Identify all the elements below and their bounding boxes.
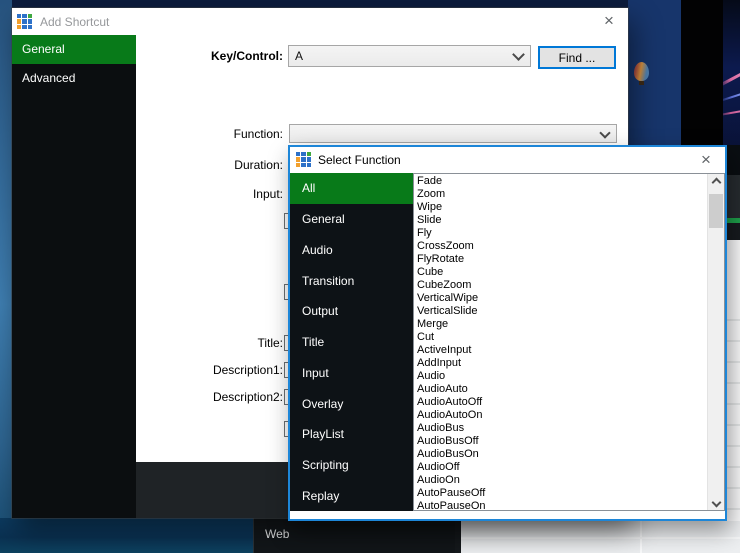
background-list-rows — [727, 240, 740, 521]
dialog-title: Select Function — [318, 153, 401, 167]
add-shortcut-titlebar[interactable]: Add Shortcut × — [12, 8, 628, 35]
category-title[interactable]: Title — [290, 327, 413, 358]
firework-streak — [723, 110, 740, 116]
balloon-wallpaper-image — [634, 62, 649, 81]
function-merge[interactable]: Merge — [417, 318, 707, 331]
chevron-down-icon — [512, 48, 525, 61]
wallpaper-left-strip — [0, 0, 12, 553]
function-flyrotate[interactable]: FlyRotate — [417, 253, 707, 266]
row-divider — [461, 537, 740, 539]
function-cube[interactable]: Cube — [417, 266, 707, 279]
function-verticalwipe[interactable]: VerticalWipe — [417, 292, 707, 305]
vmix-logo-icon — [296, 152, 311, 167]
select-function-titlebar[interactable]: Select Function × — [290, 147, 725, 173]
function-label: Function: — [123, 127, 283, 141]
function-audiooff[interactable]: AudioOff — [417, 461, 707, 474]
web-footer-bar[interactable]: Web — [253, 518, 456, 553]
description1-label: Description1: — [123, 363, 283, 377]
vmix-logo-icon — [17, 14, 32, 29]
add-shortcut-sidebar: GeneralAdvanced — [12, 35, 136, 518]
desktop: Web Add Shortcut × GeneralAdvanced Key/C… — [0, 0, 740, 553]
function-audioautooff[interactable]: AudioAutoOff — [417, 396, 707, 409]
key-control-value: A — [295, 46, 303, 66]
function-audiobus[interactable]: AudioBus — [417, 422, 707, 435]
function-audiobuson[interactable]: AudioBusOn — [417, 448, 707, 461]
category-all[interactable]: All — [290, 173, 413, 204]
function-audioautoon[interactable]: AudioAutoOn — [417, 409, 707, 422]
function-category-sidebar: AllGeneralAudioTransitionOutputTitleInpu… — [290, 173, 413, 511]
function-audioauto[interactable]: AudioAuto — [417, 383, 707, 396]
key-control-combobox[interactable]: A — [288, 45, 531, 67]
function-audioon[interactable]: AudioOn — [417, 474, 707, 487]
function-audio[interactable]: Audio — [417, 370, 707, 383]
scroll-down-icon[interactable] — [708, 494, 724, 510]
find-button[interactable]: Find ... — [538, 46, 616, 69]
fireworks-wallpaper-image — [723, 0, 740, 150]
ocean-wallpaper — [0, 518, 255, 553]
category-general[interactable]: General — [290, 204, 413, 235]
firework-streak — [723, 72, 740, 88]
background-list-panel — [455, 521, 740, 553]
sidebar-tab-advanced[interactable]: Advanced — [12, 64, 136, 93]
category-output[interactable]: Output — [290, 296, 413, 327]
function-slide[interactable]: Slide — [417, 214, 707, 227]
category-input[interactable]: Input — [290, 357, 413, 388]
function-fade[interactable]: Fade — [417, 175, 707, 188]
firework-streak — [723, 92, 740, 102]
description2-label: Description2: — [123, 390, 283, 404]
scrollbar-thumb[interactable] — [709, 194, 723, 228]
select-function-dialog: Select Function × AllGeneralAudioTransit… — [288, 145, 727, 521]
function-fly[interactable]: Fly — [417, 227, 707, 240]
function-crosszoom[interactable]: CrossZoom — [417, 240, 707, 253]
function-list: FadeZoomWipeSlideFlyCrossZoomFlyRotateCu… — [414, 175, 707, 510]
scroll-up-icon[interactable] — [708, 174, 724, 190]
function-combobox[interactable] — [289, 124, 617, 143]
function-addinput[interactable]: AddInput — [417, 357, 707, 370]
sidebar-tab-general[interactable]: General — [12, 35, 136, 64]
title-label: Title: — [123, 336, 283, 350]
dialog-bottom-strip — [290, 511, 725, 519]
chevron-down-icon — [599, 127, 610, 138]
category-overlay[interactable]: Overlay — [290, 388, 413, 419]
category-audio[interactable]: Audio — [290, 234, 413, 265]
background-window-edge — [727, 145, 740, 521]
function-audiobusoff[interactable]: AudioBusOff — [417, 435, 707, 448]
function-listbox: FadeZoomWipeSlideFlyCrossZoomFlyRotateCu… — [413, 173, 725, 511]
function-autopauseon[interactable]: AutoPauseOn — [417, 500, 707, 510]
function-autopauseoff[interactable]: AutoPauseOff — [417, 487, 707, 500]
scrollbar[interactable] — [707, 174, 724, 510]
category-playlist[interactable]: PlayList — [290, 419, 413, 450]
category-transition[interactable]: Transition — [290, 265, 413, 296]
web-label[interactable]: Web — [265, 527, 289, 541]
dialog-title: Add Shortcut — [40, 15, 109, 29]
function-cubezoom[interactable]: CubeZoom — [417, 279, 707, 292]
function-verticalslide[interactable]: VerticalSlide — [417, 305, 707, 318]
function-cut[interactable]: Cut — [417, 331, 707, 344]
category-scripting[interactable]: Scripting — [290, 450, 413, 481]
close-icon[interactable]: × — [597, 10, 621, 32]
close-icon[interactable]: × — [694, 149, 718, 171]
function-zoom[interactable]: Zoom — [417, 188, 707, 201]
duration-label: Duration: — [123, 158, 283, 172]
wallpaper-black-stripe — [681, 0, 723, 150]
key-control-label: Key/Control: — [123, 49, 283, 63]
input-label: Input: — [123, 187, 283, 201]
function-activeinput[interactable]: ActiveInput — [417, 344, 707, 357]
function-wipe[interactable]: Wipe — [417, 201, 707, 214]
category-replay[interactable]: Replay — [290, 480, 413, 511]
